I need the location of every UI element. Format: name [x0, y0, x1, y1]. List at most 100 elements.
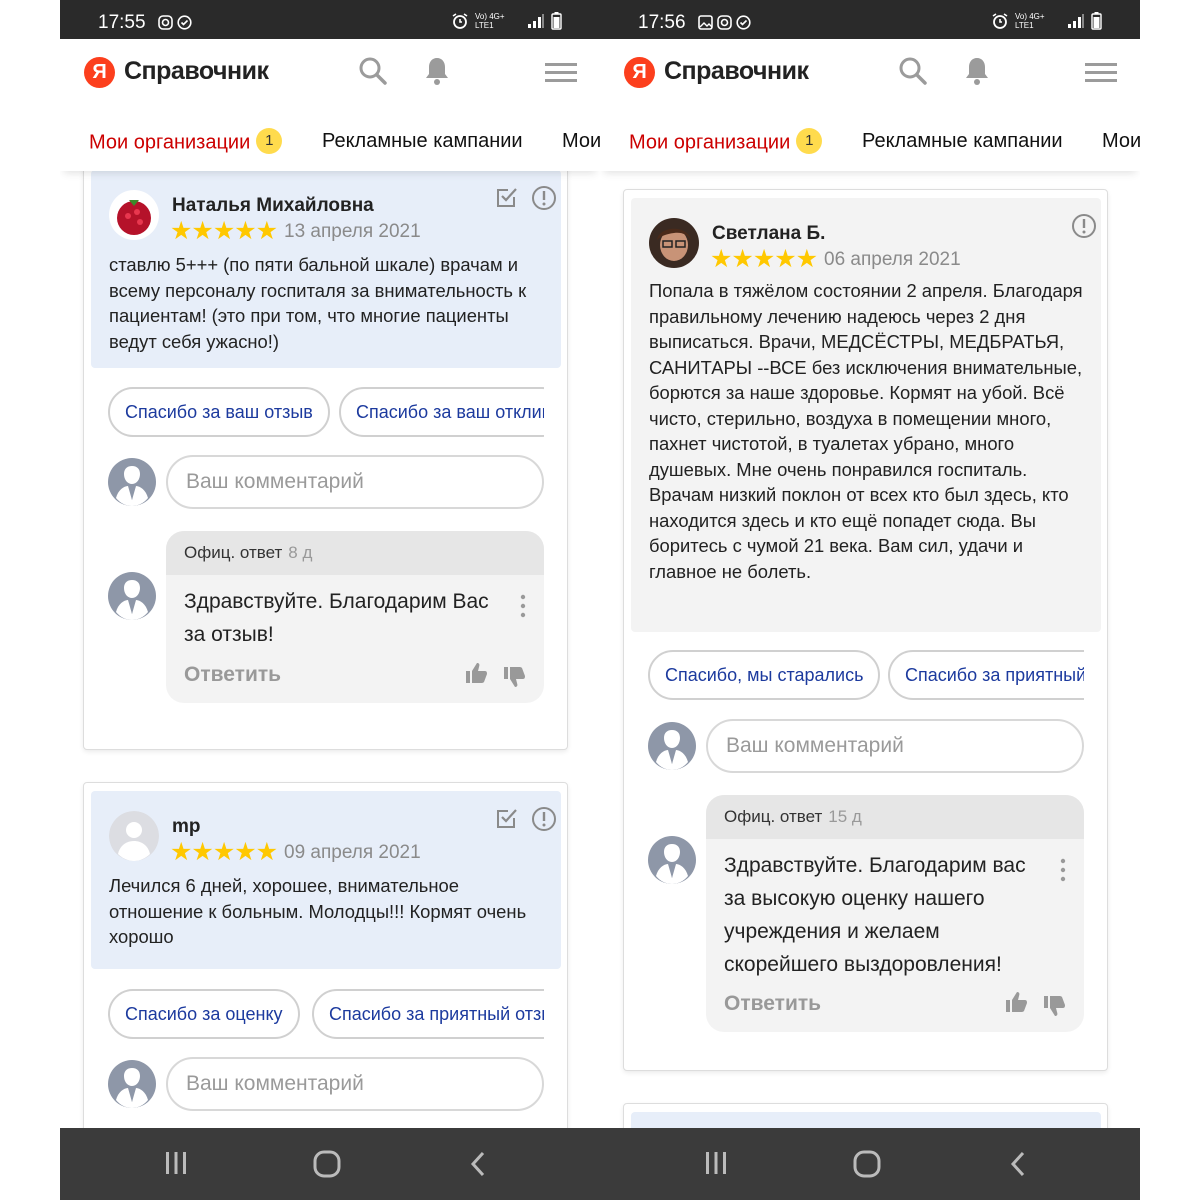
- home-icon[interactable]: [853, 1150, 881, 1178]
- avatar: [109, 190, 159, 240]
- tab-bar: Мои организации 1 Рекламные кампании Мои: [60, 109, 600, 171]
- complaint-icon[interactable]: [1071, 213, 1097, 239]
- reviews-feed: Светлана Б. ★★★★★ 06 апреля 2021 Попала …: [600, 171, 1140, 1128]
- recent-apps-icon[interactable]: [704, 1150, 728, 1176]
- thumb-up-icon[interactable]: [464, 661, 488, 685]
- quick-reply-chip[interactable]: Спасибо за оценку: [108, 989, 300, 1039]
- user-avatar-icon: [108, 458, 156, 506]
- battery-icon: [1091, 12, 1102, 30]
- back-icon[interactable]: [468, 1150, 488, 1178]
- reply-button[interactable]: Ответить: [184, 663, 281, 687]
- instagram-icon: [717, 15, 732, 30]
- network-label: Vo) 4G+ LTE1: [1015, 12, 1045, 30]
- tab-my-more[interactable]: Мои: [562, 130, 600, 153]
- notification-icons: [698, 15, 751, 30]
- tab-ad-campaigns[interactable]: Рекламные кампании: [322, 130, 523, 153]
- response-age: 8 д: [288, 543, 313, 562]
- avatar: [109, 811, 159, 861]
- official-response-text: Здравствуйте. Благодарим Вас за отзыв!: [184, 590, 489, 646]
- network-label: Vo) 4G+ LTE1: [475, 12, 505, 30]
- app-title[interactable]: Справочник: [664, 57, 809, 86]
- review-text: Попала в тяжёлом состоянии 2 апреля. Бла…: [649, 280, 1083, 582]
- quick-replies: Спасибо за оценку Спасибо за приятный от…: [108, 989, 544, 1041]
- review-card: Светлана Б. ★★★★★ 06 апреля 2021 Попала …: [623, 189, 1108, 1071]
- instagram-icon: [158, 15, 173, 30]
- complaint-icon[interactable]: [531, 806, 557, 832]
- edit-check-icon[interactable]: [495, 185, 519, 209]
- review-date: 13 апреля 2021: [284, 221, 421, 242]
- review-date: 09 апреля 2021: [284, 842, 421, 863]
- complaint-icon[interactable]: [531, 185, 557, 211]
- official-response-text: Здравствуйте. Благодарим вас за высокую …: [724, 854, 1026, 976]
- more-vertical-icon[interactable]: [1060, 858, 1066, 882]
- tab-badge: 1: [256, 128, 283, 154]
- reply-button[interactable]: Ответить: [724, 992, 821, 1016]
- reviews-feed: Наталья Михайловна ★★★★★ 13 апреля 2021 …: [60, 171, 600, 1128]
- tab-my-organizations[interactable]: Мои организации 1: [629, 128, 823, 156]
- check-circle-icon: [736, 15, 751, 30]
- review-author[interactable]: Светлана Б.: [712, 223, 825, 245]
- review-author[interactable]: mp: [172, 816, 201, 838]
- tab-bar: Мои организации 1 Рекламные кампании Мои: [600, 109, 1140, 171]
- status-time: 17:56: [638, 12, 686, 33]
- review-card: [623, 1103, 1108, 1128]
- edit-check-icon[interactable]: [495, 806, 519, 830]
- back-icon[interactable]: [1008, 1150, 1028, 1178]
- rating-stars: ★★★★★: [170, 217, 278, 245]
- yandex-logo-icon[interactable]: Я: [84, 57, 115, 88]
- thumb-up-icon[interactable]: [1004, 990, 1028, 1014]
- review-block: Наталья Михайловна ★★★★★ 13 апреля 2021 …: [91, 171, 561, 368]
- official-response-label: Офиц. ответ 8 д: [184, 543, 313, 562]
- thumb-down-icon[interactable]: [1042, 994, 1066, 1018]
- notification-icons: [158, 15, 192, 30]
- quick-reply-chip[interactable]: Спасибо за приятный отзыв: [888, 650, 1084, 700]
- tab-my-more[interactable]: Мои: [1102, 130, 1140, 153]
- official-response: Офиц. ответ 15 д Здравствуйте. Благодарим…: [706, 795, 1084, 1032]
- org-avatar-icon: [108, 572, 156, 620]
- comment-input[interactable]: Ваш комментарий: [706, 719, 1084, 773]
- official-response: Офиц. ответ 8 д Здравствуйте. Благодарим …: [166, 531, 544, 703]
- review-card: mp ★★★★★ 09 апреля 2021 Лечился 6 дней, …: [83, 782, 568, 1128]
- quick-replies: Спасибо, мы старались Спасибо за приятны…: [648, 650, 1084, 702]
- quick-reply-chip[interactable]: Спасибо за ваш отзыв: [108, 387, 330, 437]
- alarm-icon: [452, 13, 468, 29]
- review-card: Наталья Михайловна ★★★★★ 13 апреля 2021 …: [83, 171, 568, 750]
- quick-reply-chip[interactable]: Спасибо, мы старались: [648, 650, 881, 700]
- tab-my-organizations[interactable]: Мои организации 1: [89, 128, 283, 156]
- review-author[interactable]: Наталья Михайловна: [172, 195, 374, 217]
- comment-input[interactable]: Ваш комментарий: [166, 455, 544, 509]
- signal-icon: [528, 14, 544, 28]
- rating-stars: ★★★★★: [170, 838, 278, 866]
- image-icon: [698, 15, 713, 30]
- tab-ad-campaigns[interactable]: Рекламные кампании: [862, 130, 1063, 153]
- bell-icon[interactable]: [963, 55, 991, 87]
- user-avatar-icon: [108, 1060, 156, 1108]
- menu-icon[interactable]: [1085, 61, 1117, 85]
- yandex-logo-icon[interactable]: Я: [624, 57, 655, 88]
- menu-icon[interactable]: [545, 61, 577, 85]
- recent-apps-icon[interactable]: [164, 1150, 188, 1176]
- bell-icon[interactable]: [423, 55, 451, 87]
- right-phone-screen: 17:56 Vo) 4G+ LTE1 Я Справочник Мои орга…: [600, 0, 1140, 1200]
- review-block: Светлана Б. ★★★★★ 06 апреля 2021 Попала …: [631, 198, 1101, 632]
- app-header: Я Справочник: [600, 39, 1140, 109]
- review-block: [631, 1112, 1101, 1128]
- app-title[interactable]: Справочник: [124, 57, 269, 86]
- system-status-icons: Vo) 4G+ LTE1: [451, 12, 562, 30]
- more-vertical-icon[interactable]: [520, 594, 526, 618]
- tab-badge: 1: [796, 128, 823, 154]
- left-phone-screen: 17:55 Vo) 4G+ LTE1 Я Справочник Мои орга…: [60, 0, 600, 1200]
- check-circle-icon: [177, 15, 192, 30]
- comment-input[interactable]: Ваш комментарий: [166, 1057, 544, 1111]
- thumb-down-icon[interactable]: [502, 665, 526, 689]
- status-time: 17:55: [98, 12, 146, 33]
- rating-stars: ★★★★★: [710, 245, 818, 273]
- quick-reply-chip[interactable]: Спасибо за ваш отклик: [339, 387, 544, 437]
- user-avatar-icon: [648, 722, 696, 770]
- status-bar: 17:55 Vo) 4G+ LTE1: [60, 0, 600, 39]
- search-icon[interactable]: [898, 56, 928, 86]
- search-icon[interactable]: [358, 56, 388, 86]
- quick-reply-chip[interactable]: Спасибо за приятный отзыв: [312, 989, 544, 1039]
- home-icon[interactable]: [313, 1150, 341, 1178]
- battery-icon: [551, 12, 562, 30]
